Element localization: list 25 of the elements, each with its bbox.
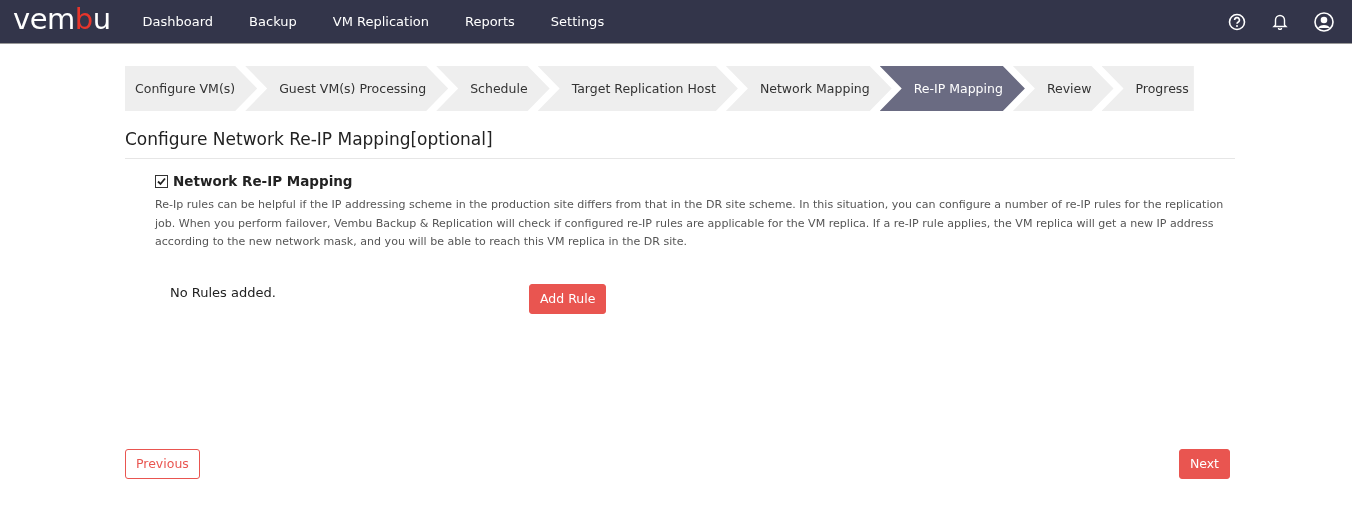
wizard-step[interactable]: Network Mapping xyxy=(725,66,892,111)
wizard-step[interactable]: Guest VM(s) Processing xyxy=(245,66,449,111)
wizard-step[interactable]: Configure VM(s) xyxy=(125,66,258,111)
help-icon[interactable] xyxy=(1228,12,1246,31)
bell-icon[interactable] xyxy=(1272,13,1288,30)
wizard-step[interactable]: Schedule xyxy=(436,66,550,111)
nav-link[interactable]: VM Replication xyxy=(314,14,447,29)
nav-link[interactable]: Reports xyxy=(446,14,533,29)
wizard-step[interactable]: Progress xyxy=(1101,66,1194,111)
vembu-logo: vembu xyxy=(13,5,111,38)
nav-link[interactable]: Settings xyxy=(532,14,623,29)
user-avatar-icon[interactable] xyxy=(1314,11,1334,32)
previous-button[interactable]: Previous xyxy=(125,448,200,479)
wizard-step[interactable]: Re-IP Mapping xyxy=(879,66,1025,111)
empty-message: No Rules added. xyxy=(170,285,277,300)
section-title: Configure Network Re-IP Mapping[optional] xyxy=(125,129,1235,159)
add-rule-button[interactable]: Add Rule xyxy=(529,283,607,314)
checkbox-label: Network Re-IP Mapping xyxy=(173,173,353,189)
checkbox[interactable] xyxy=(155,174,168,188)
nav-link[interactable]: Dashboard xyxy=(124,14,232,29)
nav-link[interactable]: Backup xyxy=(231,14,315,29)
description-text: Re-Ip rules can be helpful if the IP addressing scheme in the production site differs from that in the DR site scheme. In this situation, you can configure a number of re-IP rules for the replication job. When you perform failover, Vembu Backup & Replication will check if configured re-IP rules are applicable for the VM replica. If a re-IP rule applies, the VM replica will get a new IP address according to the new network mask, and you will be able to reach this VM replica in the DR site. xyxy=(155,197,1225,250)
wizard-step[interactable]: Target Replication Host xyxy=(537,66,738,111)
wizard-step[interactable]: Review xyxy=(1012,66,1114,111)
next-button[interactable]: Next xyxy=(1178,448,1230,479)
